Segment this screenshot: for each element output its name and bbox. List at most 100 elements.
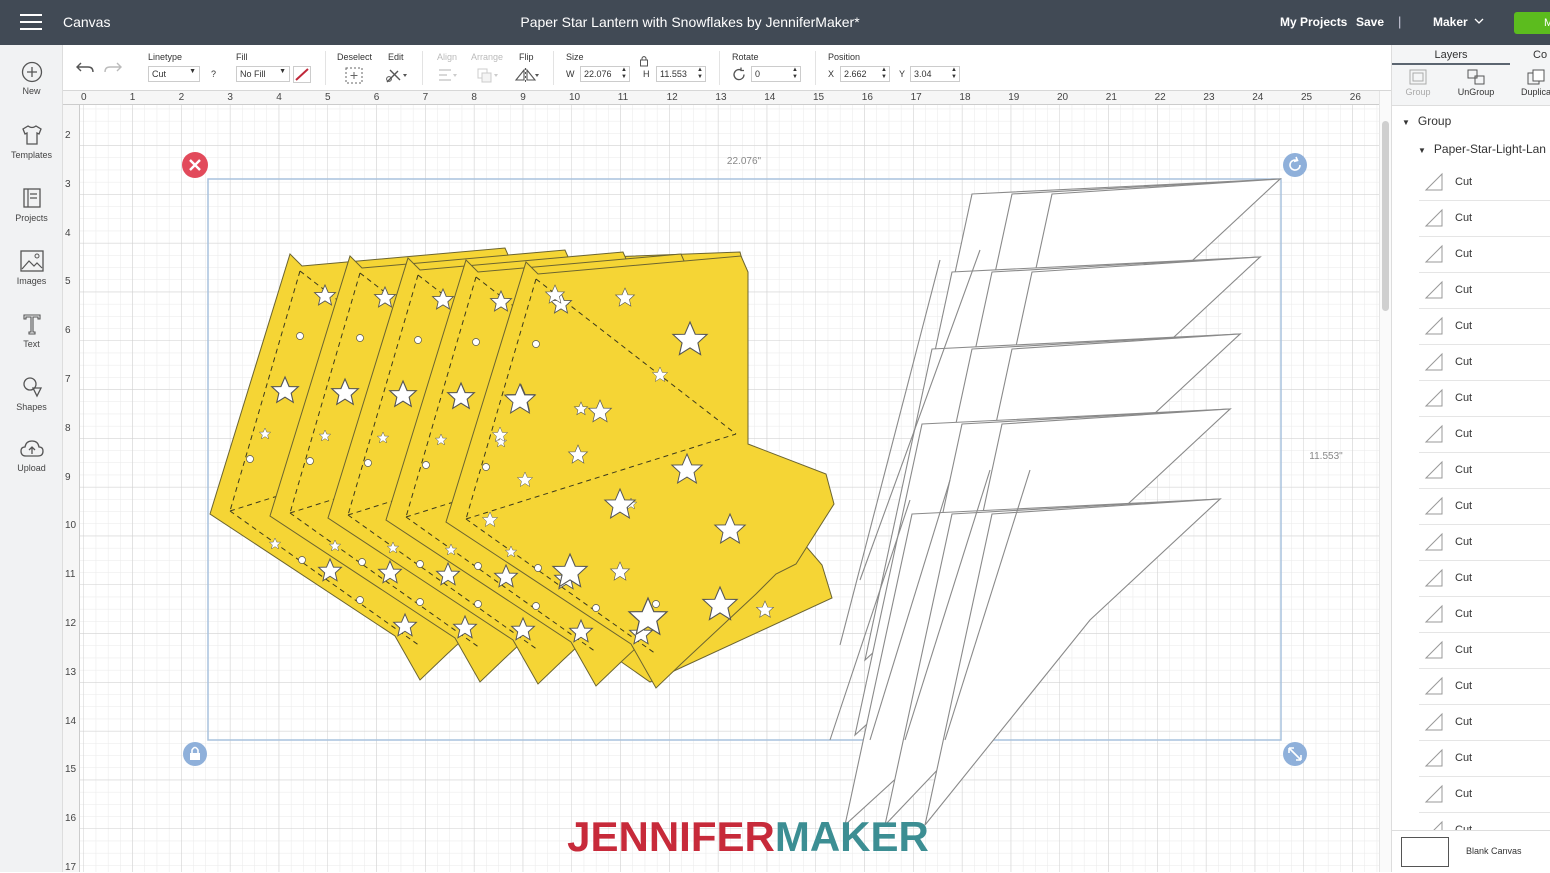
linetype-value: Cut [152,69,167,79]
cut-layer-thumbnail-icon [1424,712,1443,731]
ruler-h-tick: 19 [1008,92,1020,103]
dot-cutout [534,564,542,572]
layer-label: Cut [1455,428,1473,440]
tab-layers[interactable]: Layers [1392,45,1510,65]
layer-row[interactable]: Cut [1419,309,1550,345]
layer-row[interactable]: Cut [1419,381,1550,417]
undo-icon[interactable] [75,59,95,75]
group-button[interactable]: Group [1388,67,1448,97]
blank-canvas-swatch[interactable] [1401,837,1449,867]
edit-icon[interactable] [385,67,409,84]
ruler-v-tick: 12 [65,618,77,629]
layer-row[interactable]: Cut [1419,273,1550,309]
dot-cutout [356,596,364,604]
rotate-input[interactable]: 0 ▲ ▼ [751,66,801,82]
layer-row[interactable]: Cut [1419,417,1550,453]
new-button[interactable]: New [0,61,63,96]
layer-label: Cut [1455,356,1473,368]
width-input[interactable]: 22.076 ▲ ▼ [580,66,630,82]
rotate-handle[interactable] [1283,153,1307,177]
my-projects-link[interactable]: My Projects [1280,15,1347,29]
layer-label: Cut [1455,212,1473,224]
layer-label: Cut [1455,176,1473,188]
layer-group-row[interactable]: ▼ Group [1402,114,1451,128]
cut-layer-thumbnail-icon [1424,532,1443,551]
layer-row[interactable]: Cut [1419,561,1550,597]
ruler-h-tick: 23 [1203,92,1215,103]
layer-subgroup-row[interactable]: ▼ Paper-Star-Light-Lan [1418,142,1546,156]
delete-handle[interactable] [182,152,208,178]
redo-icon[interactable] [103,59,123,75]
layer-label: Cut [1455,464,1473,476]
chevron-down-icon[interactable] [1474,16,1484,26]
text-button[interactable]: Text [0,312,63,349]
ungroup-button[interactable]: UnGroup [1446,67,1506,97]
projects-button[interactable]: Projects [0,186,63,223]
layer-row[interactable]: Cut [1419,345,1550,381]
shapes-button[interactable]: Shapes [0,375,63,412]
lock-icon[interactable] [639,55,649,67]
ruler-h-tick: 2 [178,92,185,103]
upload-button[interactable]: Upload [0,438,63,473]
cut-layer-thumbnail-icon [1424,604,1443,623]
layer-row[interactable]: Cut [1419,525,1550,561]
layer-row[interactable]: Cut [1419,165,1550,201]
y-position-input[interactable]: 3.04 ▲ ▼ [910,66,960,82]
scrollbar-thumb[interactable] [1382,121,1389,311]
vertical-scrollbar[interactable] [1379,91,1391,872]
make-it-button[interactable]: M [1514,12,1550,34]
fill-select[interactable]: No Fill ▼ [236,66,290,82]
lock-handle[interactable] [183,742,207,766]
layer-row[interactable]: Cut [1419,201,1550,237]
ruler-v-tick: 11 [65,569,76,581]
images-label: Images [16,276,47,286]
y-value: 3.04 [914,69,932,79]
arrange-icon[interactable] [476,67,500,84]
x-position-input[interactable]: 2.662 ▲ ▼ [840,66,890,82]
ruler-h-tick: 3 [227,92,233,103]
stepper-icon[interactable]: ▲ ▼ [951,67,957,81]
templates-button[interactable]: Templates [0,123,63,160]
collapse-triangle-icon[interactable]: ▼ [1402,118,1410,127]
layer-row[interactable]: Cut [1419,669,1550,705]
align-icon[interactable] [437,67,459,84]
ruler-h-tick: 16 [861,92,873,103]
tab-color-sync[interactable]: Co [1533,49,1547,61]
deselect-icon[interactable] [345,67,363,84]
flip-icon[interactable] [514,67,540,84]
collapse-triangle-icon[interactable]: ▼ [1418,146,1426,155]
layer-label: Cut [1455,392,1473,404]
save-button[interactable]: Save [1356,15,1384,29]
stepper-icon[interactable]: ▲ ▼ [621,67,627,81]
blank-canvas-row[interactable]: Blank Canvas [1392,830,1550,872]
layer-row[interactable]: Cut [1419,705,1550,741]
toolbar-divider [719,51,720,85]
ruler-h-tick: 15 [813,92,825,103]
help-icon[interactable]: ? [211,69,216,79]
line-color-swatch[interactable] [293,66,311,83]
plus-circle-icon [21,61,42,83]
edit-toolbar: Linetype Cut ▼ ? Fill No Fill ▼ Deselect… [63,45,1391,91]
layer-row[interactable]: Cut [1419,453,1550,489]
images-button[interactable]: Images [0,249,63,286]
dot-cutout [474,562,482,570]
machine-select[interactable]: Maker [1433,15,1468,29]
layer-row[interactable]: Cut [1419,597,1550,633]
layer-row[interactable]: Cut [1419,741,1550,777]
duplicate-button[interactable]: Duplica [1506,67,1550,97]
layer-row[interactable]: Cut [1419,777,1550,813]
design-canvas[interactable]: 22.076" 11.553" JENNIFERMAKER [80,105,1379,872]
height-input[interactable]: 11.553 ▲ ▼ [656,66,706,82]
layer-row[interactable]: Cut [1419,489,1550,525]
layer-row[interactable]: Cut [1419,633,1550,669]
linetype-select[interactable]: Cut ▼ [148,66,200,82]
layer-row[interactable]: Cut [1419,813,1550,830]
stepper-icon[interactable]: ▲ ▼ [697,67,703,81]
resize-handle[interactable] [1283,742,1307,766]
upload-label: Upload [17,463,46,473]
layer-row[interactable]: Cut [1419,237,1550,273]
stepper-icon[interactable]: ▲ ▼ [881,67,887,81]
ruler-h-tick: 12 [666,92,678,103]
ruler-h-tick: 20 [1057,92,1069,103]
stepper-icon[interactable]: ▲ ▼ [792,67,798,81]
